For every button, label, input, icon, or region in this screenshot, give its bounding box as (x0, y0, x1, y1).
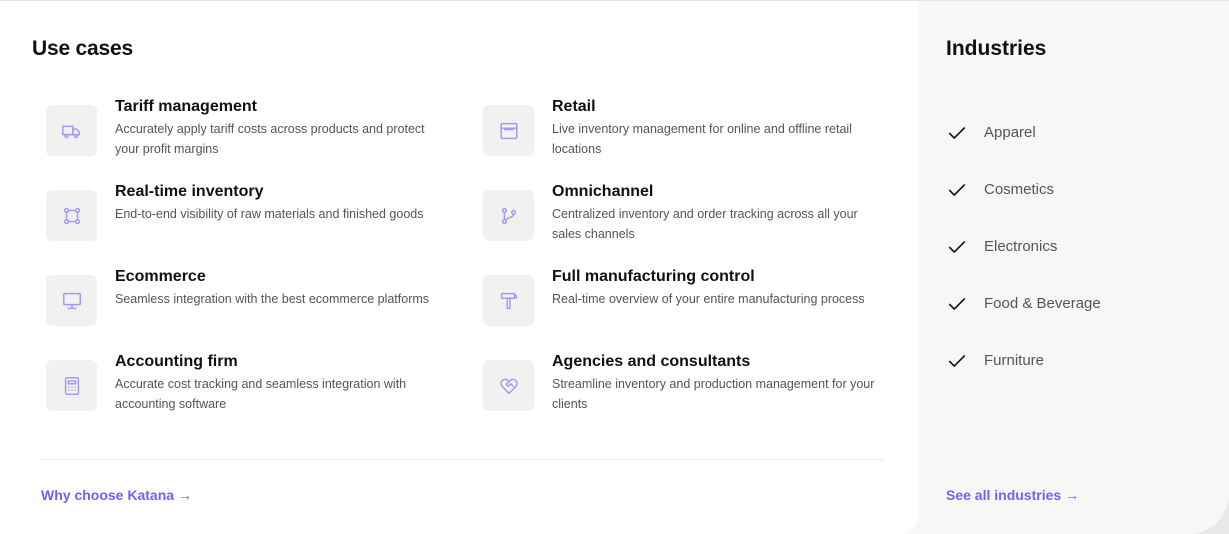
industry-label: Cosmetics (984, 181, 1055, 198)
link-label: See all industries (946, 487, 1062, 503)
use-case-omnichannel[interactable]: Omnichannel Centralized inventory and or… (483, 182, 886, 267)
calculator-icon (46, 360, 97, 411)
see-all-industries-link[interactable]: See all industries → (946, 487, 1079, 503)
checkmark-icon (948, 183, 966, 196)
mega-menu-panel: Use cases Tariff management Accurately a… (0, 0, 1229, 534)
use-case-full-manufacturing-control[interactable]: Full manufacturing control Real-time ove… (483, 267, 886, 352)
industries-title: Industries (946, 37, 1047, 60)
use-case-title: Real-time inventory (115, 183, 264, 200)
arrow-right-icon: → (1065, 487, 1080, 503)
checkmark-icon (948, 126, 966, 139)
use-case-description: Accurately apply tariff costs across pro… (115, 122, 425, 156)
checkmark-icon (948, 354, 966, 367)
why-choose-katana-link[interactable]: Why choose Katana → (41, 487, 192, 503)
industry-label: Electronics (984, 238, 1058, 255)
industry-label: Food & Beverage (984, 295, 1101, 312)
monitor-icon (46, 275, 97, 326)
industry-item-cosmetics[interactable]: Cosmetics (946, 161, 1101, 218)
industries-list: Apparel Cosmetics Electronics Food & Bev… (946, 104, 1101, 389)
use-case-title: Retail (552, 98, 596, 115)
use-case-description: Streamline inventory and production mana… (552, 377, 875, 411)
industry-item-electronics[interactable]: Electronics (946, 218, 1101, 275)
industry-item-apparel[interactable]: Apparel (946, 104, 1101, 161)
use-case-tariff-management[interactable]: Tariff management Accurately apply tarif… (46, 97, 483, 182)
divider (41, 459, 884, 460)
use-case-title: Tariff management (115, 98, 257, 115)
use-case-agencies-and-consultants[interactable]: Agencies and consultants Streamline inve… (483, 352, 886, 437)
store-icon (483, 105, 534, 156)
use-case-title: Ecommerce (115, 268, 206, 285)
use-case-ecommerce[interactable]: Ecommerce Seamless integration with the … (46, 267, 483, 352)
arrow-right-icon: → (178, 487, 193, 503)
use-case-title: Omnichannel (552, 183, 654, 200)
use-case-description: Accurate cost tracking and seamless inte… (115, 377, 407, 411)
use-case-real-time-inventory[interactable]: Real-time inventory End-to-end visibilit… (46, 182, 483, 267)
checkmark-icon (948, 297, 966, 310)
use-case-description: Seamless integration with the best ecomm… (115, 292, 430, 306)
use-case-description: Live inventory management for online and… (552, 122, 852, 156)
use-cases-grid: Tariff management Accurately apply tarif… (46, 97, 886, 437)
use-case-title: Full manufacturing control (552, 268, 755, 285)
use-case-retail[interactable]: Retail Live inventory management for onl… (483, 97, 886, 182)
link-label: Why choose Katana (41, 487, 175, 503)
square-nodes-icon (46, 190, 97, 241)
git-branch-icon (483, 190, 534, 241)
use-case-description: Real-time overview of your entire manufa… (552, 292, 865, 306)
industry-item-food-beverage[interactable]: Food & Beverage (946, 275, 1101, 332)
industry-label: Apparel (984, 124, 1036, 141)
use-case-title: Accounting firm (115, 353, 238, 370)
use-case-description: Centralized inventory and order tracking… (552, 207, 858, 241)
checkmark-icon (948, 240, 966, 253)
hammer-icon (483, 275, 534, 326)
heart-handshake-icon (483, 360, 534, 411)
use-cases-title: Use cases (32, 37, 133, 60)
use-case-accounting-firm[interactable]: Accounting firm Accurate cost tracking a… (46, 352, 483, 437)
use-case-title: Agencies and consultants (552, 353, 751, 370)
use-case-description: End-to-end visibility of raw materials a… (115, 207, 424, 221)
truck-icon (46, 105, 97, 156)
use-cases-section: Use cases Tariff management Accurately a… (0, 1, 919, 534)
industry-label: Furniture (984, 352, 1045, 369)
industry-item-furniture[interactable]: Furniture (946, 332, 1101, 389)
